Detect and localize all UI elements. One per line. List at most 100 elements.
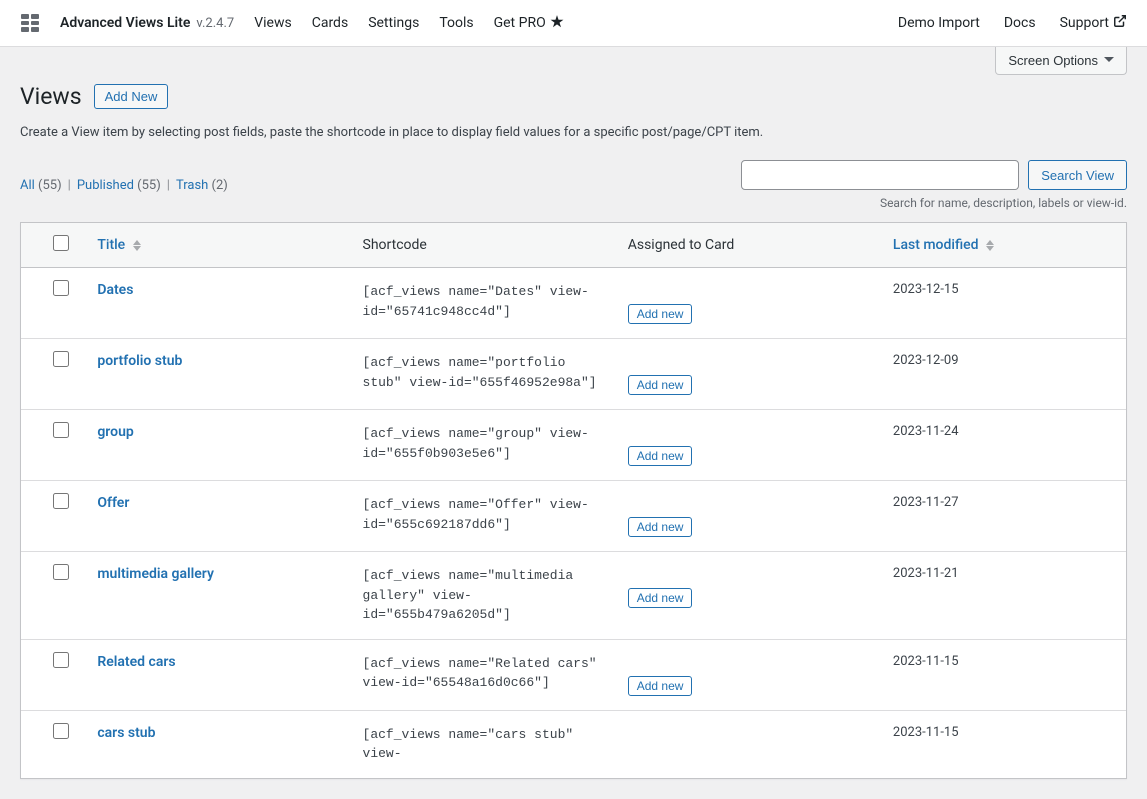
nav-docs[interactable]: Docs — [1004, 15, 1036, 31]
row-checkbox[interactable] — [53, 422, 69, 438]
row-modified-cell: 2023-11-27 — [883, 481, 1126, 552]
nav-cards[interactable]: Cards — [312, 15, 348, 31]
filter-published[interactable]: Published — [77, 178, 134, 193]
row-modified-date: 2023-12-09 — [893, 353, 959, 368]
toolbar-right: Demo Import Docs Support — [898, 14, 1127, 32]
row-checkbox-cell — [21, 339, 87, 410]
row-shortcode-text[interactable]: [acf_views name="cars stub" view- — [363, 727, 574, 762]
row-modified-cell: 2023-11-15 — [883, 711, 1126, 778]
filter-all[interactable]: All — [20, 178, 35, 193]
nav-settings[interactable]: Settings — [368, 15, 419, 31]
row-modified-cell: 2023-12-15 — [883, 268, 1126, 339]
row-checkbox-cell — [21, 268, 87, 339]
content-wrap: Screen Options Views Add New Create a Vi… — [0, 47, 1147, 799]
app-version: v.2.4.7 — [196, 16, 234, 31]
row-shortcode-text[interactable]: [acf_views name="Related cars" view-id="… — [363, 656, 597, 691]
nav-views[interactable]: Views — [254, 15, 292, 31]
row-checkbox[interactable] — [53, 564, 69, 580]
search-box: Search View Search for name, description… — [741, 160, 1127, 211]
page-heading: Views Add New — [20, 69, 1127, 125]
chevron-down-icon — [1104, 53, 1114, 68]
row-assigned-cell: Add new — [618, 410, 883, 481]
screen-options-button[interactable]: Screen Options — [995, 47, 1127, 75]
screen-options-label: Screen Options — [1008, 53, 1098, 68]
page-title: Views — [20, 82, 82, 112]
add-new-card-button[interactable]: Add new — [628, 517, 693, 537]
row-shortcode-text[interactable]: [acf_views name="group" view-id="655f0b9… — [363, 426, 589, 461]
header-assigned: Assigned to Card — [618, 223, 883, 268]
header-checkbox-col — [21, 223, 87, 268]
filter-sep: | — [167, 178, 170, 193]
select-all-checkbox[interactable] — [53, 235, 69, 251]
row-title-link[interactable]: multimedia gallery — [97, 566, 214, 582]
page-description: Create a View item by selecting post fie… — [20, 125, 1127, 140]
row-title-cell: Related cars — [87, 640, 352, 711]
sort-icon — [986, 240, 994, 251]
row-title-link[interactable]: Offer — [97, 495, 129, 511]
nav-support-label: Support — [1060, 15, 1109, 31]
add-new-card-button[interactable]: Add new — [628, 676, 693, 696]
add-new-card-button[interactable]: Add new — [628, 588, 693, 608]
row-modified-date: 2023-12-15 — [893, 282, 959, 297]
row-checkbox-cell — [21, 711, 87, 778]
table-row: Dates [acf_views name="Dates" view-id="65… — [21, 268, 1126, 339]
filter-trash-count: (2) — [212, 178, 228, 193]
table-row: group [acf_views name="group" view-id="65… — [21, 410, 1126, 481]
add-new-card-button[interactable]: Add new — [628, 446, 693, 466]
table-row: Related cars [acf_views name="Related car… — [21, 640, 1126, 711]
star-icon — [550, 14, 564, 32]
row-shortcode-text[interactable]: [acf_views name="Offer" view-id="655c692… — [363, 497, 589, 532]
row-title-link[interactable]: group — [97, 424, 133, 440]
row-title-cell: portfolio stub — [87, 339, 352, 410]
row-checkbox-cell — [21, 481, 87, 552]
external-link-icon — [1113, 14, 1127, 32]
row-title-cell: Offer — [87, 481, 352, 552]
row-modified-date: 2023-11-24 — [893, 424, 959, 439]
row-modified-date: 2023-11-15 — [893, 725, 959, 740]
row-checkbox-cell — [21, 640, 87, 711]
nav-support[interactable]: Support — [1060, 14, 1127, 32]
app-name: Advanced Views Lite — [60, 15, 190, 31]
row-title-link[interactable]: Related cars — [97, 654, 175, 670]
row-shortcode-text[interactable]: [acf_views name="Dates" view-id="65741c9… — [363, 284, 589, 319]
row-modified-cell: 2023-11-15 — [883, 640, 1126, 711]
row-checkbox[interactable] — [53, 280, 69, 296]
row-checkbox[interactable] — [53, 493, 69, 509]
table-row: Offer [acf_views name="Offer" view-id="65… — [21, 481, 1126, 552]
nav-get-pro[interactable]: Get PRO — [494, 14, 564, 32]
app-icon — [20, 13, 40, 33]
row-title-cell: multimedia gallery — [87, 552, 352, 640]
search-button[interactable]: Search View — [1028, 160, 1127, 190]
table-row: cars stub [acf_views name="cars stub" vie… — [21, 711, 1126, 778]
row-shortcode-cell: [acf_views name="Offer" view-id="655c692… — [353, 481, 618, 552]
filter-trash[interactable]: Trash — [176, 178, 208, 193]
add-new-button[interactable]: Add New — [94, 84, 169, 109]
add-new-card-button[interactable]: Add new — [628, 304, 693, 324]
app-title: Advanced Views Lite v.2.4.7 — [60, 15, 234, 31]
row-checkbox[interactable] — [53, 652, 69, 668]
row-modified-date: 2023-11-27 — [893, 495, 959, 510]
row-modified-cell: 2023-11-21 — [883, 552, 1126, 640]
header-modified[interactable]: Last modified — [883, 223, 1126, 268]
row-title-cell: group — [87, 410, 352, 481]
top-toolbar: Advanced Views Lite v.2.4.7 Views Cards … — [0, 0, 1147, 47]
header-title-label: Title — [97, 237, 125, 253]
nav-demo-import[interactable]: Demo Import — [898, 15, 980, 31]
row-shortcode-text[interactable]: [acf_views name="multimedia gallery" vie… — [363, 568, 574, 622]
row-checkbox[interactable] — [53, 723, 69, 739]
header-shortcode: Shortcode — [353, 223, 618, 268]
add-new-card-button[interactable]: Add new — [628, 375, 693, 395]
row-shortcode-text[interactable]: [acf_views name="portfolio stub" view-id… — [363, 355, 597, 390]
row-title-cell: cars stub — [87, 711, 352, 778]
nav-tools[interactable]: Tools — [439, 15, 473, 31]
row-modified-date: 2023-11-15 — [893, 654, 959, 669]
row-shortcode-cell: [acf_views name="portfolio stub" view-id… — [353, 339, 618, 410]
row-checkbox[interactable] — [53, 351, 69, 367]
search-input[interactable] — [741, 160, 1019, 190]
filter-all-count: (55) — [38, 178, 62, 193]
row-title-link[interactable]: cars stub — [97, 725, 155, 741]
header-title[interactable]: Title — [87, 223, 352, 268]
row-title-link[interactable]: portfolio stub — [97, 353, 182, 369]
table-row: portfolio stub [acf_views name="portfolio… — [21, 339, 1126, 410]
row-title-link[interactable]: Dates — [97, 282, 133, 298]
